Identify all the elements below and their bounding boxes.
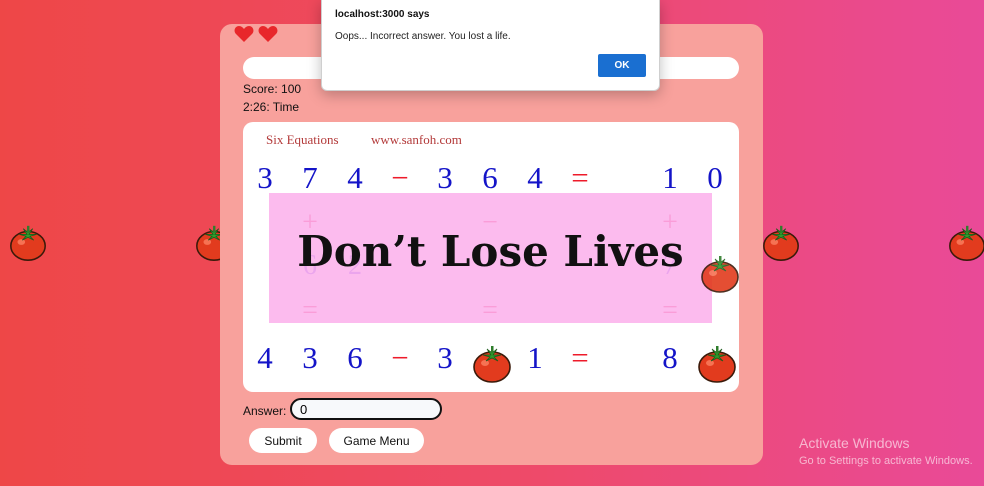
equation-cell: 8	[662, 340, 678, 375]
equation-cell: 3	[437, 340, 453, 375]
equation-cell: 3	[257, 160, 273, 195]
board-title: Six Equations	[266, 132, 339, 147]
watermark-subtitle: Go to Settings to activate Windows.	[799, 455, 973, 467]
equation-cell: 3	[437, 160, 453, 195]
operator-cell: −	[391, 160, 409, 195]
submit-button[interactable]: Submit	[249, 428, 317, 453]
board-url: www.sanfoh.com	[371, 132, 462, 147]
heart-icon	[234, 25, 254, 43]
dialog-message: Oops... Incorrect answer. You lost a lif…	[335, 31, 511, 42]
game-menu-button[interactable]: Game Menu	[329, 428, 424, 453]
equation-cell: 4	[527, 160, 543, 195]
dialog-title: localhost:3000 says	[335, 9, 430, 20]
operator-cell: −	[391, 340, 409, 375]
tomato-icon	[698, 252, 742, 296]
equation-cell: 7	[302, 160, 318, 195]
equation-cell: 6	[347, 340, 363, 375]
equation-cell: 4	[257, 340, 273, 375]
equation-cell: 6	[482, 160, 498, 195]
equation-cell: 4	[347, 160, 363, 195]
tomato-icon	[7, 222, 49, 264]
equation-cell: 3	[302, 340, 318, 375]
equation-cell: 1	[527, 340, 543, 375]
equation-board: Six Equations www.sanfoh.com 3 7 4 − 3 6…	[243, 122, 739, 392]
equation-cell: 1	[662, 160, 678, 195]
activation-watermark: Activate Windows Go to Settings to activ…	[799, 435, 973, 467]
heart-icon	[258, 25, 278, 43]
alert-dialog: localhost:3000 says Oops... Incorrect an…	[321, 0, 660, 91]
answer-input[interactable]	[290, 398, 442, 420]
tomato-icon	[695, 342, 739, 386]
score-text: Score: 100	[243, 82, 302, 96]
equation-cell: 0	[707, 160, 723, 195]
tomato-icon	[470, 342, 514, 386]
ok-button[interactable]: OK	[598, 54, 646, 77]
operator-cell: =	[571, 160, 589, 195]
time-text: 2:26: Time	[243, 100, 300, 114]
banner-text: Don’t Lose Lives	[297, 227, 684, 276]
tomato-icon	[760, 222, 802, 264]
lives-banner: Don’t Lose Lives	[269, 193, 712, 323]
operator-cell: =	[571, 340, 589, 375]
tomato-icon	[946, 222, 984, 264]
lives-indicator	[234, 25, 278, 43]
answer-label: Answer:	[243, 404, 287, 418]
watermark-title: Activate Windows	[799, 435, 910, 451]
